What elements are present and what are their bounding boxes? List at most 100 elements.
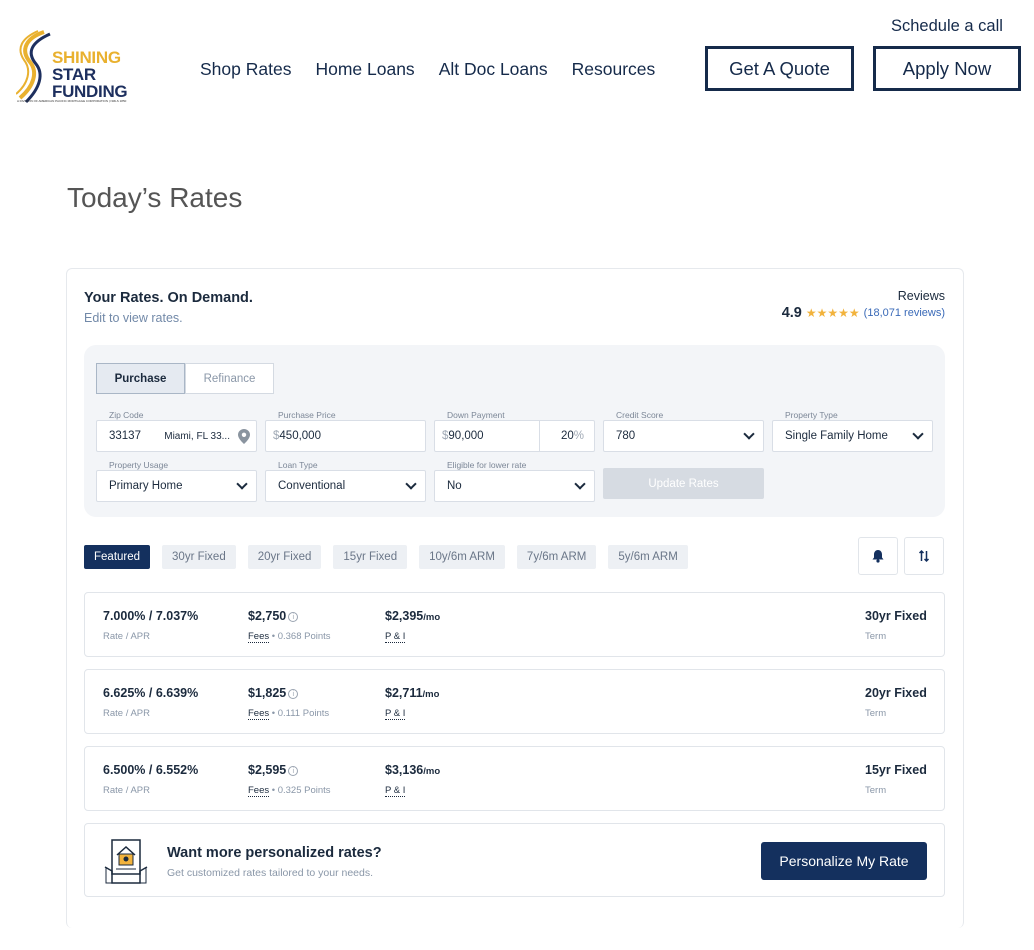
fees-link[interactable]: Fees (248, 708, 270, 720)
info-icon[interactable]: i (288, 766, 299, 776)
down-payment-input[interactable]: $ 90,000 20 % (434, 420, 595, 452)
personalize-subtitle: Get customized rates tailored to your ne… (167, 867, 374, 879)
fees-value: $2,750 i (248, 609, 299, 623)
card-title: Your Rates. On Demand. (84, 290, 253, 306)
term-label: Term (865, 785, 887, 796)
reviews-summary: 4.9 ★★★★★ (18,071 reviews) (782, 305, 945, 321)
filter-15yr-fixed[interactable]: 15yr Fixed (333, 545, 408, 569)
down-payment-value: 90,000 (448, 430, 484, 442)
fees-link[interactable]: Fees (248, 631, 270, 643)
down-payment-field: Down Payment $ 90,000 20 % (434, 410, 595, 452)
credit-score-value: 780 (616, 430, 636, 442)
principal-interest-link[interactable]: P & I (385, 785, 406, 797)
fees-value: $1,825 i (248, 686, 299, 700)
nav-alt-doc-loans[interactable]: Alt Doc Loans (439, 59, 548, 80)
filter-5y-6m-arm[interactable]: 5y/6m ARM (608, 545, 688, 569)
loan-type-field: Loan Type Conventional (265, 460, 426, 502)
eligible-lower-rate-label: Eligible for lower rate (447, 460, 527, 470)
tab-refinance[interactable]: Refinance (185, 363, 274, 394)
term-label: Term (865, 708, 887, 719)
rate-apr-label: Rate / APR (103, 785, 150, 796)
purchase-price-input[interactable]: $ 450,000 (265, 420, 426, 452)
tab-purchase[interactable]: Purchase (96, 363, 185, 394)
zip-code-label: Zip Code (109, 410, 144, 420)
sort-arrows-icon (918, 549, 930, 563)
info-icon[interactable]: i (288, 612, 299, 622)
logo-swoosh-icon (15, 30, 51, 104)
filter-featured[interactable]: Featured (84, 545, 151, 569)
property-type-select[interactable]: Single Family Home (772, 420, 933, 452)
chevron-down-icon (912, 428, 924, 440)
rate-apr: 6.625% / 6.639% (103, 686, 199, 700)
property-type-field: Property Type Single Family Home (772, 410, 933, 452)
term-filters: Featured 30yr Fixed 20yr Fixed 15yr Fixe… (84, 545, 688, 569)
rate-apr-label: Rate / APR (103, 708, 150, 719)
chevron-down-icon (405, 478, 417, 490)
down-payment-label: Down Payment (447, 410, 505, 420)
down-payment-percent: 20 (560, 430, 574, 442)
property-type-label: Property Type (785, 410, 838, 420)
credit-score-select[interactable]: 780 (603, 420, 764, 452)
zip-location: Miami, FL 33... (164, 430, 230, 442)
purchase-price-value: 450,000 (279, 430, 321, 442)
chevron-down-icon (743, 428, 755, 440)
down-payment-percent-input[interactable]: 20 % (539, 421, 594, 451)
rate-alert-button[interactable] (858, 537, 898, 575)
fees-link[interactable]: Fees (248, 785, 270, 797)
property-usage-label: Property Usage (109, 460, 169, 470)
info-icon[interactable]: i (288, 689, 299, 699)
property-type-value: Single Family Home (785, 430, 888, 442)
monthly-payment: $2,711/mo (385, 686, 440, 700)
monthly-payment: $3,136/mo (385, 763, 441, 777)
page-title: Today’s Rates (67, 182, 243, 213)
chevron-down-icon (236, 478, 248, 490)
logo-tagline: A DIVISION OF AMERICAN PACIFIC MORTGAGE … (17, 99, 127, 103)
personalize-banner: Want more personalized rates? Get custom… (84, 823, 945, 897)
term-value: 15yr Fixed (865, 763, 927, 777)
filter-30yr-fixed[interactable]: 30yr Fixed (162, 545, 236, 569)
rate-row[interactable]: 6.625% / 6.639% Rate / APR $1,825 i Fees … (84, 669, 945, 734)
schedule-call-link[interactable]: Schedule a call (891, 17, 1003, 36)
filter-20yr-fixed[interactable]: 20yr Fixed (247, 545, 322, 569)
filter-7y-6m-arm[interactable]: 7y/6m ARM (516, 545, 597, 569)
get-quote-button[interactable]: Get A Quote (705, 46, 854, 91)
document-house-icon (104, 839, 148, 884)
property-usage-select[interactable]: Primary Home (96, 470, 257, 502)
bell-icon (872, 550, 884, 563)
eligible-lower-rate-select[interactable]: No (434, 470, 595, 502)
purchase-price-label: Purchase Price (278, 410, 336, 420)
update-rates-button[interactable]: Update Rates (603, 468, 764, 499)
star-rating-icon: ★★★★★ (805, 306, 860, 320)
purchase-price-field: Purchase Price $ 450,000 (265, 410, 426, 452)
principal-interest-link[interactable]: P & I (385, 708, 406, 720)
personalize-rate-button[interactable]: Personalize My Rate (761, 842, 927, 880)
fees-points: Fees • 0.368 Points (248, 631, 331, 643)
rate-apr: 7.000% / 7.037% (103, 609, 199, 623)
rating-value: 4.9 (781, 305, 802, 321)
nav-shop-rates[interactable]: Shop Rates (200, 59, 291, 80)
apply-now-button[interactable]: Apply Now (873, 46, 1021, 91)
sort-button[interactable] (904, 537, 944, 575)
nav-home-loans[interactable]: Home Loans (315, 59, 414, 80)
rate-row[interactable]: 6.500% / 6.552% Rate / APR $2,595 i Fees … (84, 746, 945, 811)
fees-points: Fees • 0.325 Points (248, 785, 331, 797)
fees-points: Fees • 0.111 Points (248, 708, 330, 720)
loan-purpose-tabs: Purchase Refinance (96, 363, 274, 394)
rate-row[interactable]: 7.000% / 7.037% Rate / APR $2,750 i Fees … (84, 592, 945, 657)
card-subtitle: Edit to view rates. (84, 311, 183, 325)
zip-code-input[interactable]: 33137 Miami, FL 33... (96, 420, 257, 452)
principal-interest-link[interactable]: P & I (385, 631, 406, 643)
reviews-count-link[interactable]: (18,071 reviews) (864, 307, 945, 319)
nav-resources[interactable]: Resources (572, 59, 656, 80)
logo-wordmark: SHINING STAR FUNDING (52, 48, 128, 101)
property-usage-field: Property Usage Primary Home (96, 460, 257, 502)
chevron-down-icon (574, 478, 586, 490)
loan-type-select[interactable]: Conventional (265, 470, 426, 502)
filter-10y-6m-arm[interactable]: 10y/6m ARM (419, 545, 505, 569)
eligible-lower-rate-value: No (447, 480, 462, 492)
zip-code-field: Zip Code 33137 Miami, FL 33... (96, 410, 257, 452)
main-nav: Shop Rates Home Loans Alt Doc Loans Reso… (200, 59, 655, 80)
location-pin-icon (238, 429, 250, 444)
zip-code-value: 33137 (109, 430, 141, 442)
term-value: 20yr Fixed (865, 686, 927, 700)
